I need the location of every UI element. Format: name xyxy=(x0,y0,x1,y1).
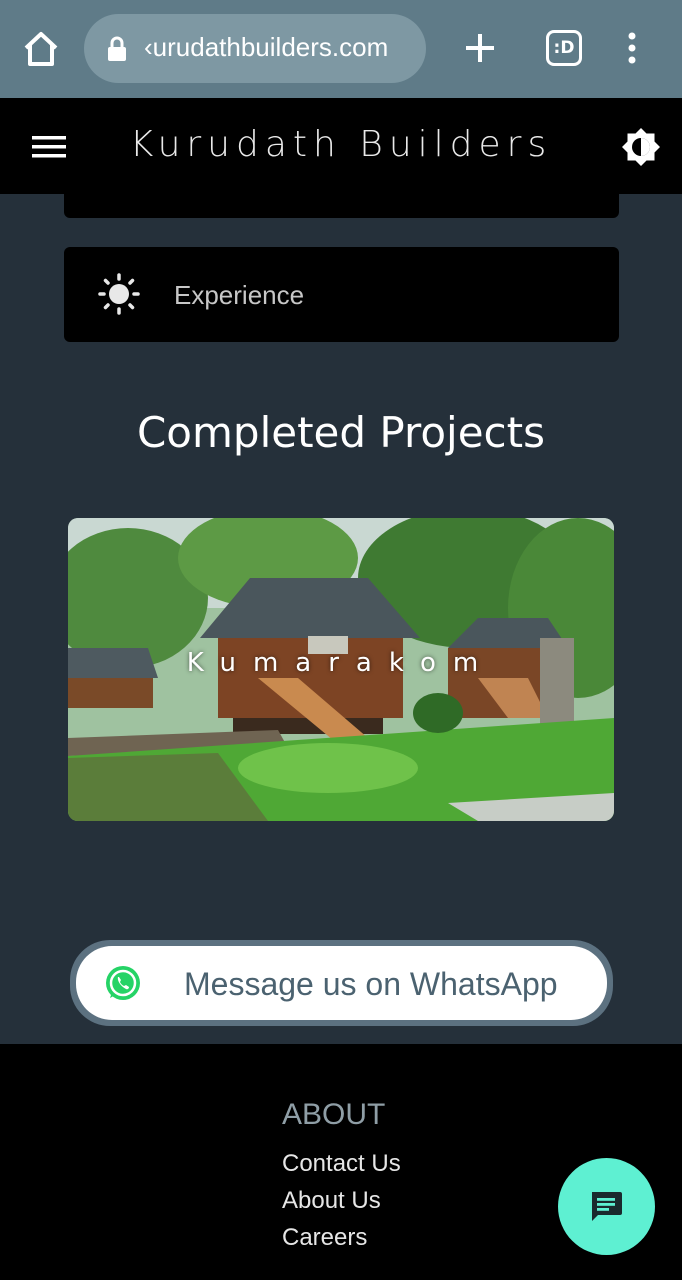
whatsapp-button-label: Message us on WhatsApp xyxy=(184,966,558,1002)
chat-button[interactable] xyxy=(558,1158,655,1255)
lock-icon xyxy=(108,36,126,61)
project-label: Kumarakom xyxy=(186,648,496,678)
new-tab-icon[interactable] xyxy=(462,30,498,66)
footer-link-careers[interactable]: Careers xyxy=(282,1224,367,1252)
whatsapp-button[interactable]: Message us on WhatsApp xyxy=(70,940,613,1026)
feature-card-experience: Experience xyxy=(64,247,619,342)
browser-toolbar: ‹urudathbuilders.com :D xyxy=(0,0,682,98)
section-title: Completed Projects xyxy=(136,408,545,457)
whatsapp-icon xyxy=(106,966,140,1000)
feature-card-partial xyxy=(64,194,619,218)
footer-link-about[interactable]: About Us xyxy=(282,1187,381,1215)
feature-card-label: Experience xyxy=(174,280,305,310)
sun-icon xyxy=(98,273,140,315)
url-text: ‹urudathbuilders.com xyxy=(144,32,389,62)
site-header: Kurudath Builders xyxy=(0,98,682,194)
chat-icon xyxy=(592,1192,622,1221)
more-options-icon[interactable] xyxy=(622,30,642,66)
home-icon[interactable] xyxy=(20,28,62,70)
site-title[interactable]: Kurudath Builders xyxy=(0,124,682,165)
footer-heading: ABOUT xyxy=(282,1098,386,1131)
project-card-kumarakom[interactable]: Kumarakom xyxy=(68,518,614,821)
address-bar[interactable]: ‹urudathbuilders.com xyxy=(84,14,426,83)
whatsapp-button-inner[interactable]: Message us on WhatsApp xyxy=(76,946,607,1020)
footer-link-contact[interactable]: Contact Us xyxy=(282,1150,401,1178)
tab-switcher-button[interactable]: :D xyxy=(546,30,582,66)
theme-toggle-icon[interactable] xyxy=(620,126,662,168)
